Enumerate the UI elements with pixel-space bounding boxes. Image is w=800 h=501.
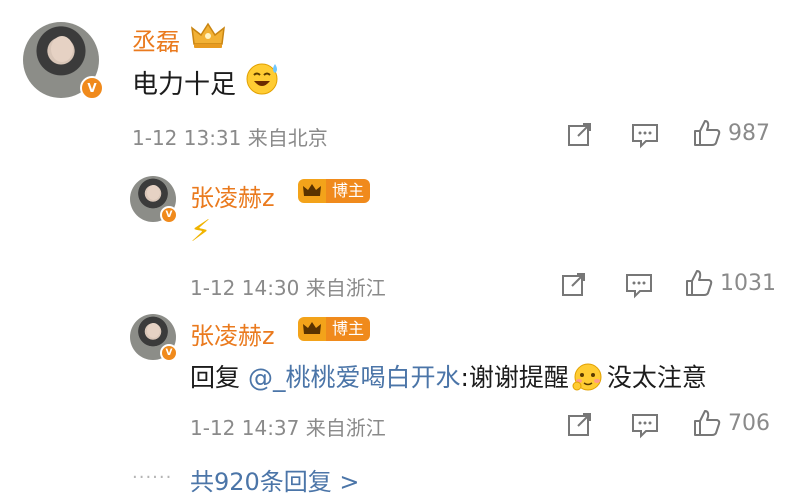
reply-text: 回复 @_桃桃爱喝白开水:谢谢提醒 没太注意 bbox=[190, 363, 707, 392]
share-icon[interactable] bbox=[566, 410, 594, 438]
comment-icon[interactable] bbox=[630, 121, 660, 149]
crown-icon bbox=[298, 317, 326, 341]
crown-icon bbox=[298, 179, 326, 203]
reply-meta: 1-12 14:37 来自浙江 bbox=[190, 416, 386, 440]
verified-badge-icon: V bbox=[160, 206, 178, 224]
comment-author-name[interactable]: 丞磊 bbox=[132, 22, 180, 57]
verified-badge-icon: V bbox=[80, 76, 104, 100]
share-icon[interactable] bbox=[566, 120, 594, 148]
reply-meta: 1-12 14:30 来自浙江 bbox=[190, 276, 386, 300]
mention-link[interactable]: @_桃桃爱喝白开水 bbox=[248, 363, 461, 392]
thumbs-up-icon bbox=[694, 120, 721, 146]
like-button[interactable]: 987 bbox=[692, 118, 770, 148]
like-count: 1031 bbox=[720, 270, 776, 296]
verified-badge-icon: V bbox=[160, 344, 178, 362]
comment-icon[interactable] bbox=[624, 271, 654, 299]
vip-crown-icon bbox=[191, 22, 225, 48]
reply-author-name[interactable]: 张凌赫z bbox=[190, 316, 275, 351]
comment-meta: 1-12 13:31 来自北京 bbox=[132, 126, 328, 150]
like-count: 706 bbox=[728, 410, 770, 436]
blogger-badge: 博主 bbox=[298, 179, 371, 203]
thumbs-up-icon bbox=[694, 410, 721, 436]
view-more-replies-link[interactable]: 共920条回复 > bbox=[190, 462, 360, 497]
like-button[interactable]: 706 bbox=[692, 408, 770, 438]
more-dots: ...... bbox=[132, 462, 173, 483]
reply-prefix: 回复 bbox=[190, 363, 241, 392]
comment-icon[interactable] bbox=[630, 411, 660, 439]
blogger-badge-label: 博主 bbox=[326, 179, 371, 203]
reply-text: ⚡ bbox=[190, 214, 212, 249]
shy-smile-emoji-icon bbox=[572, 363, 602, 391]
thumbs-up-icon bbox=[686, 270, 713, 296]
like-button[interactable]: 1031 bbox=[684, 268, 776, 298]
blogger-badge: 博主 bbox=[298, 317, 371, 341]
share-icon[interactable] bbox=[560, 270, 588, 298]
reply-author-name[interactable]: 张凌赫z bbox=[190, 178, 275, 213]
blogger-badge-label: 博主 bbox=[326, 317, 371, 341]
grinning-sweat-emoji-icon bbox=[246, 63, 278, 95]
like-count: 987 bbox=[728, 120, 770, 146]
comment-text: 电力十足 bbox=[132, 70, 237, 100]
